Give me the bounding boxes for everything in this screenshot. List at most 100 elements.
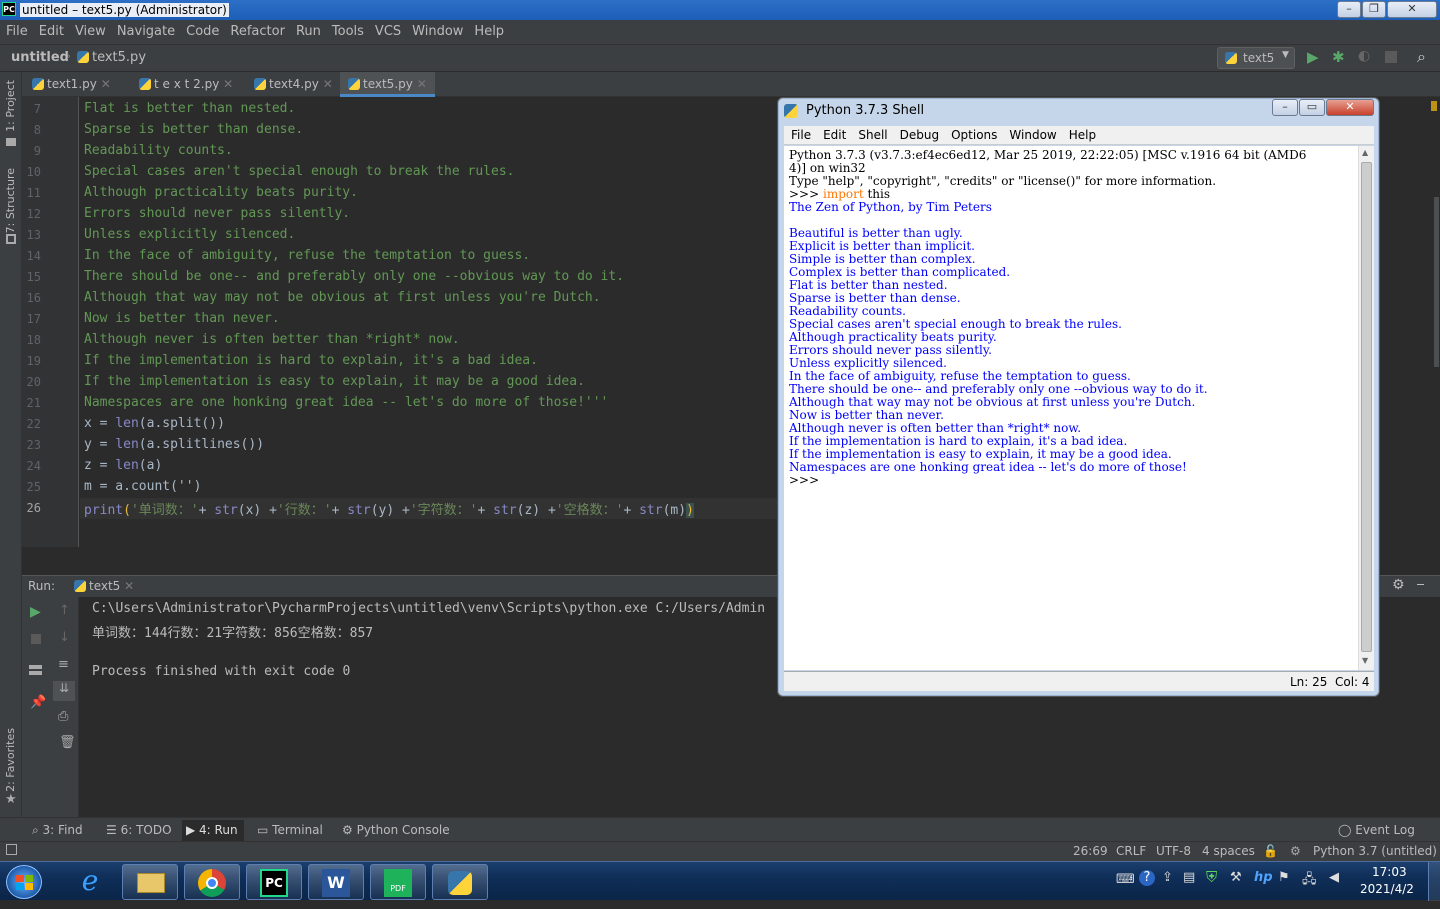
idle-menu-window[interactable]: Window (1002, 126, 1061, 142)
minimize-button[interactable]: – (1337, 1, 1361, 18)
menu-view[interactable]: View (69, 20, 111, 39)
idle-menu-debug[interactable]: Debug (893, 126, 944, 142)
menu-file[interactable]: File (0, 20, 33, 39)
up-arrow-icon[interactable]: ↑ (59, 603, 70, 618)
idle-menu-file[interactable]: File (784, 126, 816, 142)
flag-icon[interactable]: ⚑ (1278, 870, 1290, 885)
caret-position[interactable]: 26:69 (1073, 844, 1108, 858)
idle-menu-help[interactable]: Help (1062, 126, 1101, 142)
toggle-panels-icon[interactable] (6, 844, 17, 855)
idle-scroll-thumb[interactable] (1361, 162, 1372, 652)
code-editor[interactable]: Flat is better than nested. Sparse is be… (80, 97, 780, 547)
close-icon[interactable]: ✕ (124, 579, 134, 593)
pdf-reader-icon[interactable]: PDF (370, 864, 426, 900)
menu-refactor[interactable]: Refactor (224, 20, 290, 39)
keyboard-icon[interactable]: ⌨ (1116, 872, 1135, 887)
help-icon[interactable]: ? (1139, 870, 1155, 886)
menu-code[interactable]: Code (180, 20, 224, 39)
pycharm-taskbar-icon[interactable]: PC (246, 864, 302, 900)
chrome-icon[interactable] (184, 864, 240, 900)
security-shield-icon[interactable]: ⛨ (1206, 868, 1217, 886)
favorites-panel-tab[interactable]: 2: Favorites (4, 728, 17, 792)
event-log-tab[interactable]: ◯ Event Log (1338, 823, 1415, 837)
coverage-icon[interactable]: ◐ (1358, 48, 1370, 64)
pin-icon[interactable]: 📌 (30, 695, 46, 710)
scroll-up-icon[interactable]: ▲ (1362, 148, 1368, 157)
run-config-selector[interactable]: text5 ▼ (1217, 47, 1295, 69)
run-tool-tab[interactable]: ▶ 4: Run (182, 820, 244, 842)
maximize-button[interactable]: ❐ (1362, 1, 1386, 18)
close-icon[interactable]: ✕ (323, 77, 333, 91)
python-file-icon (254, 78, 266, 90)
trash-icon[interactable]: 🗑 (59, 735, 76, 750)
show-desktop-button[interactable] (1428, 862, 1440, 901)
clock-date[interactable]: 2021/4/2 (1360, 882, 1414, 896)
soft-wrap-icon[interactable]: ≡ (58, 657, 69, 672)
editor-scrollbar[interactable] (1434, 197, 1439, 367)
debug-icon[interactable]: ✱ (1332, 48, 1345, 66)
tab-label: text4.py (269, 77, 319, 91)
close-icon[interactable]: ✕ (223, 77, 233, 91)
idle-scrollbar[interactable]: ▲ ▼ (1358, 146, 1374, 670)
menu-edit[interactable]: Edit (33, 20, 69, 39)
breadcrumb-project[interactable]: untitled (11, 50, 69, 65)
run-tab[interactable]: text5 ✕ (74, 579, 134, 593)
menu-tools[interactable]: Tools (326, 20, 369, 39)
breadcrumb-file[interactable]: text5.py (77, 50, 146, 65)
close-icon[interactable]: ✕ (417, 77, 427, 91)
tools-icon[interactable]: ⚒ (1230, 870, 1242, 885)
python-console-tab[interactable]: ⚙ Python Console (342, 823, 450, 837)
hide-panel-icon[interactable]: ⎯ (1417, 576, 1424, 592)
indent-setting[interactable]: 4 spaces (1202, 844, 1255, 858)
terminal-tab[interactable]: ▭ Terminal (257, 823, 323, 837)
usb-icon[interactable]: ⇪ (1162, 870, 1173, 885)
word-icon[interactable]: W (308, 864, 364, 900)
line-separator[interactable]: CRLF (1116, 844, 1146, 858)
stop-icon[interactable] (1385, 51, 1397, 63)
menu-vcs[interactable]: VCS (369, 20, 406, 39)
network-device-icon[interactable]: ▤ (1183, 870, 1195, 885)
idle-minimize-button[interactable]: – (1272, 99, 1298, 116)
stop-icon[interactable] (31, 634, 41, 644)
layout-icon[interactable] (29, 665, 42, 675)
tab-text2[interactable]: t e x t 2.py ✕ (139, 72, 259, 97)
menu-help[interactable]: Help (468, 20, 509, 39)
tab-text5[interactable]: text5.py ✕ (340, 72, 435, 97)
scroll-to-end-icon[interactable]: ⇊ (53, 681, 75, 701)
run-icon[interactable]: ▶ (1307, 48, 1319, 66)
lock-icon[interactable]: 🔓 (1263, 844, 1278, 858)
python-file-icon (77, 51, 89, 63)
menu-window[interactable]: Window (406, 20, 468, 39)
idle-menu-shell[interactable]: Shell (851, 126, 892, 142)
line-number: 17 (26, 312, 41, 326)
idle-close-button[interactable]: ✕ (1326, 99, 1374, 116)
down-arrow-icon[interactable]: ↓ (59, 630, 70, 645)
clock-time[interactable]: 17:03 (1372, 865, 1407, 879)
rerun-icon[interactable]: ▶ (30, 604, 41, 620)
tab-text1[interactable]: text1.py ✕ (32, 72, 142, 97)
python-idle-taskbar-icon[interactable] (432, 864, 488, 900)
print-icon[interactable]: ⎙ (58, 709, 68, 724)
start-button[interactable] (6, 865, 42, 899)
window-title: untitled – text5.py (Administrator) (20, 3, 229, 17)
internet-explorer-icon[interactable]: e (70, 864, 110, 900)
idle-menu-options[interactable]: Options (944, 126, 1002, 142)
python-interpreter[interactable]: Python 3.7 (untitled) (1313, 844, 1437, 858)
idle-shell-text[interactable]: Python 3.7.3 (v3.7.3:ef4ec6ed12, Mar 25 … (784, 146, 1358, 670)
scroll-down-icon[interactable]: ▼ (1362, 656, 1368, 665)
search-icon[interactable]: ⌕ (1417, 47, 1426, 67)
file-encoding[interactable]: UTF-8 (1156, 844, 1191, 858)
network-icon[interactable]: 🖧 (1302, 870, 1317, 892)
find-tab[interactable]: ⌕ 3: Find (32, 823, 83, 838)
gear-icon[interactable]: ⚙ (1392, 577, 1405, 593)
menu-navigate[interactable]: Navigate (111, 20, 180, 39)
menu-run[interactable]: Run (290, 20, 326, 39)
close-button[interactable]: ✕ (1387, 1, 1437, 18)
volume-icon[interactable]: ◀ (1329, 870, 1339, 885)
idle-menu-edit[interactable]: Edit (816, 126, 851, 142)
idle-maximize-button[interactable]: ▭ (1299, 99, 1325, 116)
close-icon[interactable]: ✕ (101, 77, 111, 91)
todo-tab[interactable]: ☰ 6: TODO (106, 823, 172, 837)
file-explorer-icon[interactable] (122, 864, 178, 900)
hp-icon[interactable]: hp (1254, 870, 1273, 885)
